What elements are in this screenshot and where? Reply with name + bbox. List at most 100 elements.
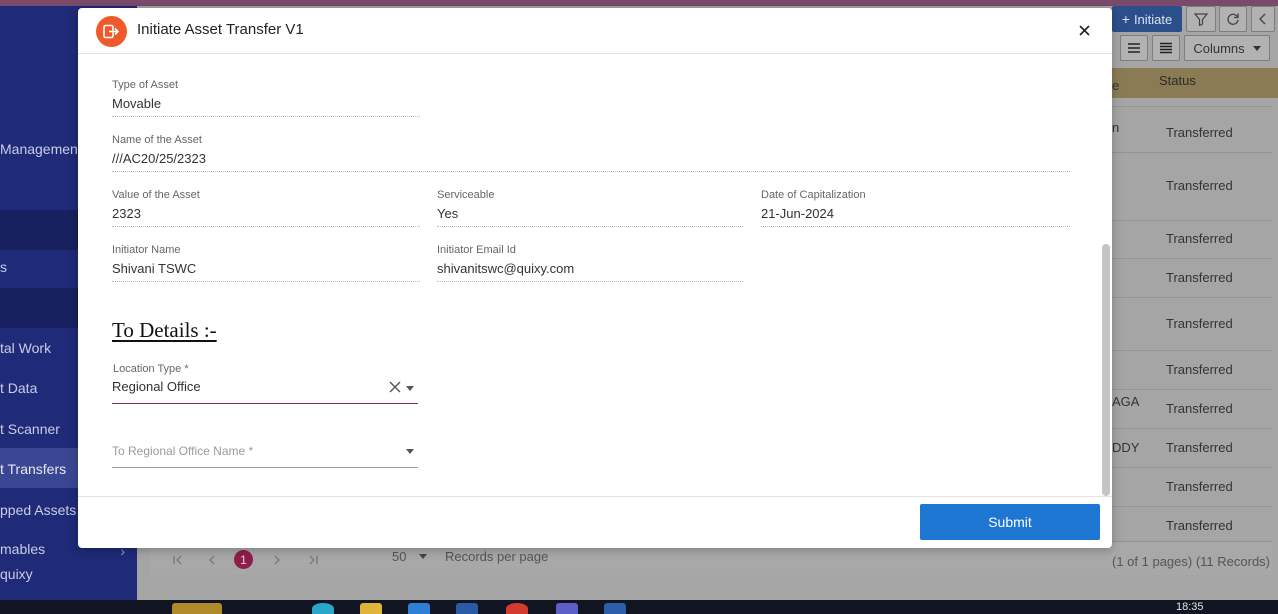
sidebar-item-scrapped-assets[interactable]: pped Assets	[0, 502, 76, 518]
type-of-asset-field: Type of Asset Movable	[112, 79, 420, 117]
status-cell: Transferred	[1166, 518, 1233, 533]
field-value: 2323	[112, 206, 141, 221]
prev-page-icon[interactable]	[208, 555, 216, 565]
sidebar-item-users[interactable]: s	[0, 259, 7, 275]
folder-taskbar-icon[interactable]	[360, 603, 382, 614]
columns-dropdown[interactable]: Columns	[1184, 35, 1270, 61]
list-icon	[1128, 43, 1140, 53]
partial-column-header: e	[1112, 78, 1120, 93]
refresh-icon	[1227, 13, 1239, 25]
dialog-title: Initiate Asset Transfer V1	[137, 21, 304, 38]
compact-view-button[interactable]	[1152, 35, 1180, 61]
name-of-asset-field: Name of the Asset ///AC20/25/2323	[112, 134, 1070, 172]
field-value: Movable	[112, 96, 162, 111]
field-value: ///AC20/25/2323	[112, 151, 206, 166]
dialog-footer: Submit	[78, 496, 1112, 548]
close-icon	[389, 381, 401, 393]
initiator-email-field: Initiator Email Id shivanitswc@quixy.com	[437, 244, 743, 282]
serviceable-field: Serviceable Yes	[437, 189, 743, 227]
row-divider	[1112, 106, 1272, 107]
location-type-select[interactable]: Location Type * Regional Office	[112, 355, 418, 405]
dialog-header: Initiate Asset Transfer V1	[78, 8, 1112, 54]
status-cell: Transferred	[1166, 316, 1233, 331]
partial-cell: AGA	[1112, 394, 1140, 409]
last-page-icon[interactable]	[307, 555, 319, 565]
caret-down-icon[interactable]	[406, 449, 414, 454]
select-value: Regional Office	[112, 379, 201, 394]
initiate-button[interactable]: + Initiate	[1112, 6, 1182, 32]
caret-down-icon[interactable]	[406, 386, 414, 391]
row-divider	[1112, 350, 1272, 351]
sidebar-item-quixy[interactable]: quixy	[0, 566, 33, 582]
transfer-icon	[96, 16, 127, 47]
to-details-heading: To Details :-	[112, 318, 217, 342]
field-label: Date of Capitalization	[761, 189, 866, 201]
status-cell: Transferred	[1166, 178, 1233, 193]
caret-down-icon[interactable]	[419, 554, 427, 559]
row-divider	[1112, 506, 1272, 507]
collapse-button[interactable]	[1251, 6, 1275, 32]
dialog-body: Type of Asset Movable Name of the Asset …	[78, 54, 1112, 496]
field-label: Name of the Asset	[112, 134, 202, 146]
records-per-page-label: Records per page	[445, 549, 549, 564]
mail-taskbar-icon[interactable]	[456, 603, 478, 614]
row-divider	[1112, 428, 1272, 429]
field-label: Value of the Asset	[112, 189, 200, 201]
sidebar-item-capital-work[interactable]: tal Work	[0, 340, 51, 356]
regional-office-select[interactable]: To Regional Office Name *	[112, 429, 418, 469]
list-view-button[interactable]	[1120, 35, 1148, 61]
current-page-indicator[interactable]: 1	[234, 550, 253, 569]
status-column-header[interactable]: Status	[1112, 68, 1278, 98]
refresh-button[interactable]	[1219, 6, 1247, 32]
row-divider	[1112, 220, 1272, 221]
edge-taskbar-icon[interactable]	[312, 603, 334, 614]
close-icon	[1078, 24, 1090, 36]
field-label: Type of Asset	[112, 79, 179, 91]
records-summary: (1 of 1 pages) (11 Records)	[1112, 554, 1270, 569]
clear-selection-button[interactable]	[389, 380, 403, 394]
sidebar-item-management[interactable]: Managemen	[0, 141, 78, 157]
status-cell: Transferred	[1166, 125, 1233, 140]
sidebar-item-asset-transfers[interactable]: t Transfers	[0, 461, 66, 477]
store-taskbar-icon[interactable]	[408, 603, 430, 614]
field-value: 21-Jun-2024	[761, 206, 834, 221]
taskbar-clock: 18:35	[1176, 601, 1204, 613]
sidebar-item-consumables[interactable]: mables	[0, 541, 45, 557]
row-divider	[1112, 389, 1272, 390]
status-cell: Transferred	[1166, 401, 1233, 416]
status-cell: Transferred	[1166, 231, 1233, 246]
close-button[interactable]	[1074, 20, 1094, 40]
partial-cell: DDY	[1112, 440, 1140, 455]
word-taskbar-icon[interactable]	[604, 603, 626, 614]
field-value: Yes	[437, 206, 459, 221]
row-divider	[1112, 297, 1272, 298]
select-placeholder: To Regional Office Name *	[112, 444, 254, 458]
app-taskbar-icon[interactable]	[172, 603, 222, 614]
row-divider	[1112, 152, 1272, 153]
filter-icon	[1194, 13, 1208, 26]
partial-cell: n	[1112, 120, 1120, 135]
field-label: Initiator Name	[112, 244, 181, 256]
initiate-asset-transfer-dialog: Initiate Asset Transfer V1 Type of Asset…	[78, 8, 1112, 548]
page-size-select[interactable]: 50	[392, 549, 406, 564]
sidebar-item-asset-data[interactable]: t Data	[0, 380, 37, 396]
chrome-taskbar-icon[interactable]	[506, 603, 528, 614]
filter-button[interactable]	[1186, 6, 1216, 32]
status-cell: Transferred	[1166, 270, 1233, 285]
field-label: Location Type *	[113, 363, 189, 375]
sidebar-item-asset-scanner[interactable]: t Scanner	[0, 421, 60, 437]
initiator-name-field: Initiator Name Shivani TSWC	[112, 244, 420, 282]
field-label: Initiator Email Id	[437, 244, 516, 256]
next-page-icon[interactable]	[273, 555, 281, 565]
first-page-icon[interactable]	[172, 555, 184, 565]
status-cell: Transferred	[1166, 440, 1233, 455]
row-divider	[1112, 258, 1272, 259]
status-cell: Transferred	[1166, 362, 1233, 377]
date-of-capitalization-field: Date of Capitalization 21-Jun-2024	[761, 189, 1070, 227]
caret-down-icon	[1252, 45, 1261, 51]
teams-taskbar-icon[interactable]	[556, 603, 578, 614]
status-cell: Transferred	[1166, 479, 1233, 494]
plus-icon: +	[1121, 11, 1130, 27]
dialog-scrollbar[interactable]	[1102, 244, 1110, 496]
submit-button[interactable]: Submit	[920, 504, 1100, 540]
